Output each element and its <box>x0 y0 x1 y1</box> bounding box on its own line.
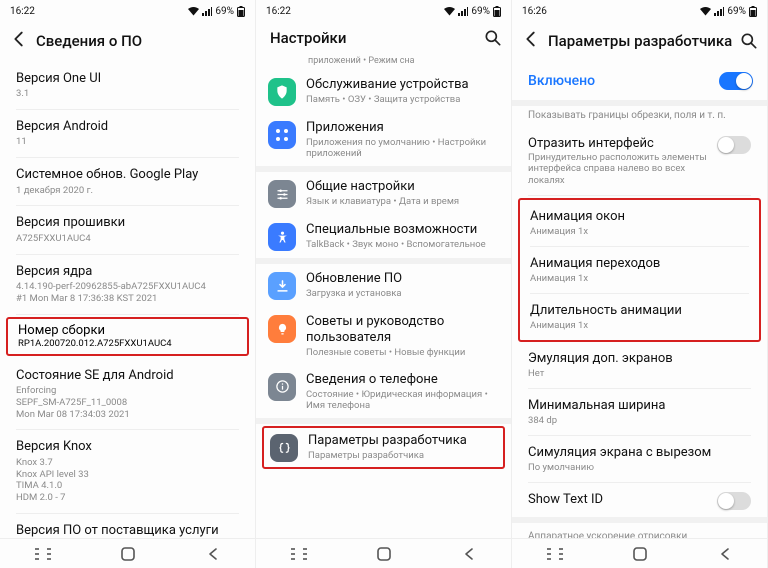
header: Настройки <box>256 22 511 56</box>
header: Сведения о ПО <box>0 22 255 62</box>
row-device-care[interactable]: Обслуживание устройстваПамять • ОЗУ • За… <box>256 70 511 113</box>
item-kernel[interactable]: Версия ядра 4.14.190-perf-20962855-abA72… <box>0 257 255 312</box>
hint-text: Показывать границы обрезки, поля и т. п. <box>512 106 767 129</box>
item-se-android[interactable]: Состояние SE для Android Enforcing SEPF_… <box>0 361 255 428</box>
item-firmware[interactable]: Версия прошивки A725FXXU1AUC4 <box>0 208 255 251</box>
status-bar: 16:22 69% <box>0 0 255 22</box>
settings-list[interactable]: приложений • Режим сна Обслуживание устр… <box>256 56 511 538</box>
nav-bar <box>512 538 767 568</box>
battery-icon <box>493 6 501 17</box>
item-carrier-sw[interactable]: Версия ПО от поставщика услуги SAOMC_SM-… <box>0 516 255 538</box>
info-icon <box>268 373 296 401</box>
row-tips[interactable]: Советы и руководство пользователяПолезны… <box>256 307 511 365</box>
item-cutout-sim[interactable]: Симуляция экрана с вырезомПо умолчанию <box>512 438 767 480</box>
accessibility-icon <box>268 223 296 251</box>
about-list[interactable]: Версия One UI 3.1 Версия Android 11 Сист… <box>0 62 255 538</box>
phone-3: 16:26 69% Параметры разработчика Включен… <box>512 0 768 568</box>
reflect-toggle[interactable] <box>717 136 751 154</box>
grid-icon <box>268 121 296 149</box>
row-accessibility[interactable]: Специальные возможностиTalkBack • Звук м… <box>256 215 511 258</box>
page-title: Сведения о ПО <box>36 32 247 50</box>
enabled-label: Включено <box>528 73 595 89</box>
item-knox[interactable]: Версия Knox Knox 3.7 Knox API level 33 T… <box>0 432 255 511</box>
enabled-row[interactable]: Включено <box>512 62 767 100</box>
battery-text: 69% <box>215 6 234 17</box>
status-time: 16:22 <box>10 6 35 17</box>
battery-icon <box>237 6 245 17</box>
row-about-phone[interactable]: Сведения о телефонеСостояние • Юридическ… <box>256 365 511 418</box>
sliders-icon <box>268 180 296 208</box>
nav-recents-icon[interactable] <box>288 543 310 565</box>
row-developer-options[interactable]: Параметры разработчикаПараметры разработ… <box>262 426 505 469</box>
item-min-width[interactable]: Минимальная ширина384 dp <box>512 391 767 433</box>
item-show-text-id[interactable]: Show Text ID <box>512 485 767 517</box>
section-hw-accel: Аппаратное ускорение отрисовки <box>512 523 767 538</box>
nav-back-icon[interactable] <box>202 543 224 565</box>
item-secondary-displays[interactable]: Эмуляция доп. экрановНет <box>512 344 767 386</box>
back-icon[interactable] <box>8 28 30 54</box>
search-icon[interactable] <box>483 28 503 48</box>
status-bar: 16:22 69% <box>256 0 511 22</box>
status-time: 16:22 <box>266 6 291 17</box>
animation-group: Анимация оконАнимация 1x Анимация перехо… <box>518 198 761 342</box>
download-icon <box>268 272 296 300</box>
item-transition-animation[interactable]: Анимация переходовАнимация 1x <box>520 249 759 291</box>
item-oneui[interactable]: Версия One UI 3.1 <box>0 64 255 107</box>
nav-back-icon[interactable] <box>458 543 480 565</box>
back-icon[interactable] <box>520 28 542 54</box>
battery-icon <box>749 6 757 17</box>
battery-text: 69% <box>727 6 746 17</box>
row-apps[interactable]: ПриложенияПриложения по умолчанию • Наст… <box>256 113 511 166</box>
cut-subtext: приложений • Режим сна <box>256 56 511 70</box>
nav-home-icon[interactable] <box>117 543 139 565</box>
item-build-number[interactable]: Номер сборки RP1A.200720.012.A725FXXU1AU… <box>6 317 249 356</box>
bulb-icon <box>268 315 296 343</box>
item-android[interactable]: Версия Android 11 <box>0 112 255 155</box>
signal-icon <box>202 7 212 16</box>
signal-icon <box>714 7 724 16</box>
item-window-animation[interactable]: Анимация оконАнимация 1x <box>520 202 759 244</box>
nav-recents-icon[interactable] <box>32 543 54 565</box>
item-animation-duration[interactable]: Длительность анимацииАнимация 1x <box>520 296 759 338</box>
phone-1: 16:22 69% Сведения о ПО Версия One UI 3.… <box>0 0 256 568</box>
enabled-toggle[interactable] <box>719 72 753 90</box>
wifi-icon <box>188 7 199 16</box>
braces-icon <box>270 434 298 462</box>
wifi-icon <box>700 7 711 16</box>
item-googleplay-update[interactable]: Системное обнов. Google Play 1 декабря 2… <box>0 160 255 203</box>
item-reflect-ui[interactable]: Отразить интерфейс Принудительно располо… <box>512 129 767 194</box>
header: Параметры разработчика <box>512 22 767 62</box>
dev-options-list[interactable]: Включено Показывать границы обрезки, пол… <box>512 62 767 538</box>
row-general[interactable]: Общие настройкиЯзык и клавиатура • Дата … <box>256 172 511 215</box>
nav-back-icon[interactable] <box>714 543 736 565</box>
nav-home-icon[interactable] <box>629 543 651 565</box>
status-time: 16:26 <box>522 6 547 17</box>
nav-bar <box>0 538 255 568</box>
search-icon[interactable] <box>739 31 759 51</box>
row-software-update[interactable]: Обновление ПОЗагрузка и установка <box>256 264 511 307</box>
nav-bar <box>256 538 511 568</box>
page-title: Настройки <box>264 29 477 47</box>
show-text-id-toggle[interactable] <box>717 492 751 510</box>
status-bar: 16:26 69% <box>512 0 767 22</box>
nav-home-icon[interactable] <box>373 543 395 565</box>
nav-recents-icon[interactable] <box>544 543 566 565</box>
battery-text: 69% <box>471 6 490 17</box>
page-title: Параметры разработчика <box>548 32 733 50</box>
wifi-icon <box>444 7 455 16</box>
phone-2: 16:22 69% Настройки приложений • Режим с… <box>256 0 512 568</box>
signal-icon <box>458 7 468 16</box>
shield-icon <box>268 78 296 106</box>
